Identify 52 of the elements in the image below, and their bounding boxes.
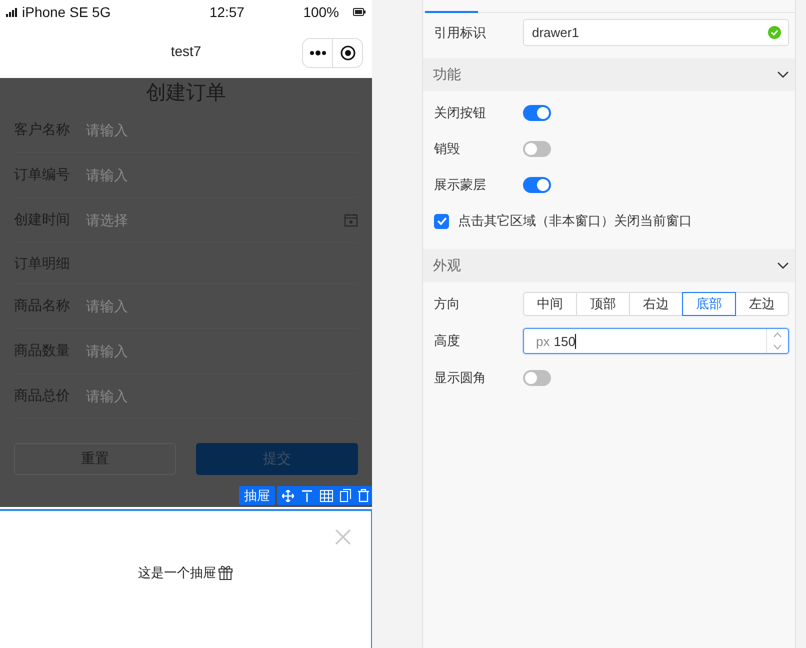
copy-icon[interactable]: [340, 489, 351, 502]
field-label: 展示蒙层: [434, 176, 487, 194]
gift-icon: [218, 565, 233, 580]
carrier-name: iPhone SE 5G: [22, 4, 111, 20]
number-field[interactable]: px 150: [523, 328, 789, 354]
toggle-switch[interactable]: [523, 141, 551, 157]
field-label: 方向: [434, 295, 461, 313]
field-label: 销毁: [434, 140, 461, 158]
direction-option[interactable]: 底部: [682, 292, 736, 316]
section-header[interactable]: 功能: [423, 58, 795, 91]
toggle-switch[interactable]: [523, 105, 551, 121]
section-header[interactable]: 外观: [423, 249, 795, 282]
signal-icon: [6, 8, 18, 16]
align-top-icon[interactable]: [301, 490, 313, 502]
component-label: 抽屉: [239, 486, 275, 505]
battery-percent: 100%: [303, 4, 339, 20]
direction-option[interactable]: 左边: [735, 292, 789, 316]
increment-icon[interactable]: [773, 332, 782, 338]
field-label: 引用标识: [434, 24, 487, 42]
input-field[interactable]: 请输入: [86, 167, 358, 183]
date-field[interactable]: 请选择: [86, 212, 340, 228]
checkmark-icon: [436, 217, 446, 225]
unit-label: px: [536, 334, 550, 348]
status-time: 12:57: [209, 4, 244, 20]
input-field[interactable]: 请输入: [86, 298, 358, 314]
battery-icon: [353, 8, 366, 16]
drawer-text: 这是一个抽屉: [138, 564, 216, 582]
move-icon[interactable]: [282, 490, 294, 502]
checkbox-label: 点击其它区域（非本窗口）关闭当前窗口: [458, 212, 692, 230]
table-icon[interactable]: [320, 490, 333, 502]
calendar-icon: [344, 213, 358, 227]
field-label: 关闭按钮: [434, 104, 487, 122]
delete-icon[interactable]: [358, 489, 369, 502]
input-field[interactable]: 请输入: [86, 388, 358, 404]
toggle-switch[interactable]: [523, 177, 551, 193]
field-value: drawer1: [532, 25, 579, 40]
decrement-icon[interactable]: [773, 344, 782, 350]
more-icon: [308, 50, 326, 56]
checkbox[interactable]: [434, 214, 449, 228]
field-label: 高度: [434, 332, 461, 350]
input-field[interactable]: 请输入: [86, 343, 358, 359]
direction-option[interactable]: 顶部: [576, 292, 630, 316]
target-icon: [340, 45, 356, 61]
active-tab-indicator: [425, 11, 478, 13]
input-field[interactable]: 请输入: [86, 122, 358, 138]
toggle-switch[interactable]: [523, 370, 551, 386]
direction-option[interactable]: 中间: [523, 292, 577, 316]
direction-option[interactable]: 右边: [629, 292, 683, 316]
field-label: 显示圆角: [434, 369, 487, 387]
field-value: 150: [554, 334, 576, 348]
page-title: test7: [170, 43, 202, 59]
reference-field[interactable]: drawer1: [523, 19, 789, 46]
